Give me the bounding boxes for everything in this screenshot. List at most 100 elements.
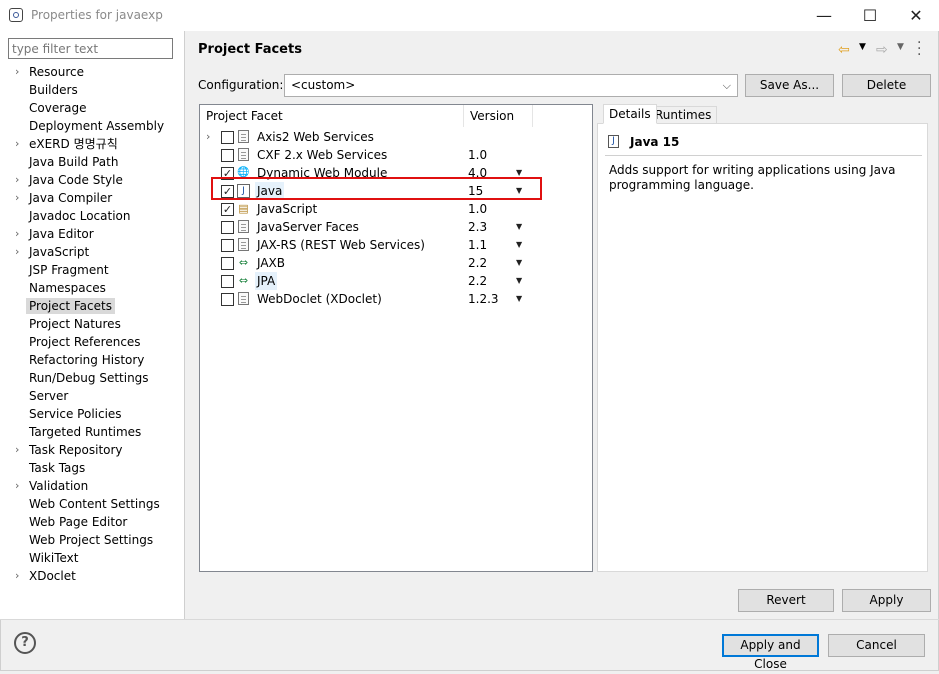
version-dropdown-icon[interactable]: ▼ — [516, 254, 522, 272]
swap-arrows-icon: ⇔ — [238, 274, 249, 287]
sidebar-item-label: eXERD 명명규칙 — [29, 137, 118, 151]
sidebar-item[interactable]: WikiText — [0, 549, 184, 567]
table-row[interactable]: WebDoclet (XDoclet) 1.2.3 ▼ — [200, 290, 592, 308]
chevron-right-icon[interactable]: › — [15, 171, 19, 189]
facet-name: JavaServer Faces — [257, 220, 359, 234]
version-dropdown-icon[interactable]: ▼ — [516, 272, 522, 290]
sidebar-item-label: Builders — [29, 83, 78, 97]
sidebar-item[interactable]: Service Policies — [0, 405, 184, 423]
sidebar-item[interactable]: › Java Editor — [0, 225, 184, 243]
forward-menu-chevron-icon[interactable]: ▼ — [897, 42, 904, 52]
apply-button[interactable]: Apply — [842, 589, 931, 612]
revert-button[interactable]: Revert — [738, 589, 834, 612]
column-header-facet[interactable]: Project Facet — [200, 105, 464, 127]
sidebar-item-label: WikiText — [29, 551, 79, 565]
sidebar-item[interactable]: Task Tags — [0, 459, 184, 477]
sidebar-item[interactable]: Web Page Editor — [0, 513, 184, 531]
version-dropdown-icon[interactable]: ▼ — [516, 218, 522, 236]
view-menu-icon[interactable]: · · · — [917, 36, 921, 62]
table-row[interactable]: › Axis2 Web Services — [200, 128, 592, 146]
sidebar-item[interactable]: Java Build Path — [0, 153, 184, 171]
facet-checkbox[interactable] — [221, 293, 234, 306]
tab-details[interactable]: Details — [603, 104, 657, 124]
details-description: Adds support for writing applications us… — [609, 163, 896, 192]
configuration-value: <custom> — [291, 78, 356, 92]
chevron-right-icon[interactable]: › — [206, 130, 210, 143]
chevron-right-icon[interactable]: › — [15, 567, 19, 585]
table-row[interactable]: CXF 2.x Web Services 1.0 — [200, 146, 592, 164]
facet-checkbox[interactable] — [221, 257, 234, 270]
sidebar-item[interactable]: › JavaScript — [0, 243, 184, 261]
facet-checkbox[interactable]: ✓ — [221, 203, 234, 216]
sidebar-item-label: Task Tags — [29, 461, 86, 475]
details-divider — [605, 155, 922, 156]
facet-checkbox[interactable] — [221, 275, 234, 288]
sidebar-item[interactable]: Project References — [0, 333, 184, 351]
facet-version: 2.2 — [468, 256, 488, 270]
save-as-button[interactable]: Save As... — [745, 74, 834, 97]
configuration-combo[interactable]: <custom> ⌵ — [284, 74, 738, 97]
sidebar-item[interactable]: › Validation — [0, 477, 184, 495]
sidebar-item[interactable]: › Java Code Style — [0, 171, 184, 189]
facet-checkbox[interactable] — [221, 221, 234, 234]
sidebar-item[interactable]: › Resource — [0, 63, 184, 81]
sidebar-item[interactable]: Web Project Settings — [0, 531, 184, 549]
sidebar-item[interactable]: › Java Compiler — [0, 189, 184, 207]
sidebar-item[interactable]: Deployment Assembly — [0, 117, 184, 135]
sidebar-item[interactable]: Web Content Settings — [0, 495, 184, 513]
facet-checkbox[interactable] — [221, 239, 234, 252]
facet-version: 1.0 — [468, 148, 488, 162]
sidebar-item[interactable]: › XDoclet — [0, 567, 184, 585]
chevron-right-icon[interactable]: › — [15, 477, 19, 495]
chevron-right-icon[interactable]: › — [15, 225, 19, 243]
sidebar-item[interactable]: Targeted Runtimes — [0, 423, 184, 441]
sidebar-item[interactable]: Project Natures — [0, 315, 184, 333]
chevron-right-icon[interactable]: › — [15, 135, 19, 153]
sidebar-item[interactable]: Server — [0, 387, 184, 405]
table-row[interactable]: ⇔ JAXB 2.2 ▼ — [200, 254, 592, 272]
sidebar-item[interactable]: Javadoc Location — [0, 207, 184, 225]
table-row[interactable]: ⇔ JPA 2.2 ▼ — [200, 272, 592, 290]
apply-and-close-button[interactable]: Apply and Close — [722, 634, 819, 671]
tab-runtimes[interactable]: Runtimes — [649, 106, 718, 124]
facet-version: 1.1 — [468, 238, 488, 252]
sidebar-item-label: Namespaces — [29, 281, 106, 295]
sidebar-item[interactable]: Builders — [0, 81, 184, 99]
delete-button[interactable]: Delete — [842, 74, 931, 97]
chevron-right-icon[interactable]: › — [15, 63, 19, 81]
sidebar-item[interactable]: Namespaces — [0, 279, 184, 297]
sidebar-item-label: Validation — [29, 479, 89, 493]
facet-name: CXF 2.x Web Services — [257, 148, 388, 162]
sidebar-item-label: Refactoring History — [29, 353, 145, 367]
sidebar-item[interactable]: › eXERD 명명규칙 — [0, 135, 184, 153]
sidebar-item[interactable]: JSP Fragment — [0, 261, 184, 279]
close-button[interactable]: ✕ — [893, 0, 939, 31]
chevron-right-icon[interactable]: › — [15, 189, 19, 207]
sidebar-item[interactable]: Run/Debug Settings — [0, 369, 184, 387]
document-icon — [238, 238, 249, 251]
sidebar-item[interactable]: Project Facets — [0, 297, 184, 315]
table-row[interactable]: ✓ ▤ JavaScript 1.0 — [200, 200, 592, 218]
sidebar-item[interactable]: Refactoring History — [0, 351, 184, 369]
minimize-button[interactable]: — — [801, 0, 847, 31]
facet-checkbox[interactable] — [221, 131, 234, 144]
facet-checkbox[interactable] — [221, 149, 234, 162]
back-menu-chevron-icon[interactable]: ▼ — [859, 42, 866, 52]
table-row[interactable]: JavaServer Faces 2.3 ▼ — [200, 218, 592, 236]
sidebar-item-label: Java Compiler — [29, 191, 113, 205]
version-dropdown-icon[interactable]: ▼ — [516, 236, 522, 254]
chevron-right-icon[interactable]: › — [15, 441, 19, 459]
column-header-version[interactable]: Version — [464, 105, 533, 127]
filter-input[interactable] — [8, 38, 173, 59]
version-dropdown-icon[interactable]: ▼ — [516, 290, 522, 308]
maximize-button[interactable]: ☐ — [847, 0, 893, 31]
sidebar-item[interactable]: › Task Repository — [0, 441, 184, 459]
chevron-right-icon[interactable]: › — [15, 243, 19, 261]
help-icon[interactable]: ? — [14, 632, 36, 654]
facet-name: JavaScript — [257, 202, 318, 216]
table-row[interactable]: JAX-RS (REST Web Services) 1.1 ▼ — [200, 236, 592, 254]
forward-arrow-icon[interactable]: ⇨ — [876, 42, 888, 58]
back-arrow-icon[interactable]: ⇦ — [838, 42, 850, 58]
cancel-button[interactable]: Cancel — [828, 634, 925, 657]
sidebar-item[interactable]: Coverage — [0, 99, 184, 117]
